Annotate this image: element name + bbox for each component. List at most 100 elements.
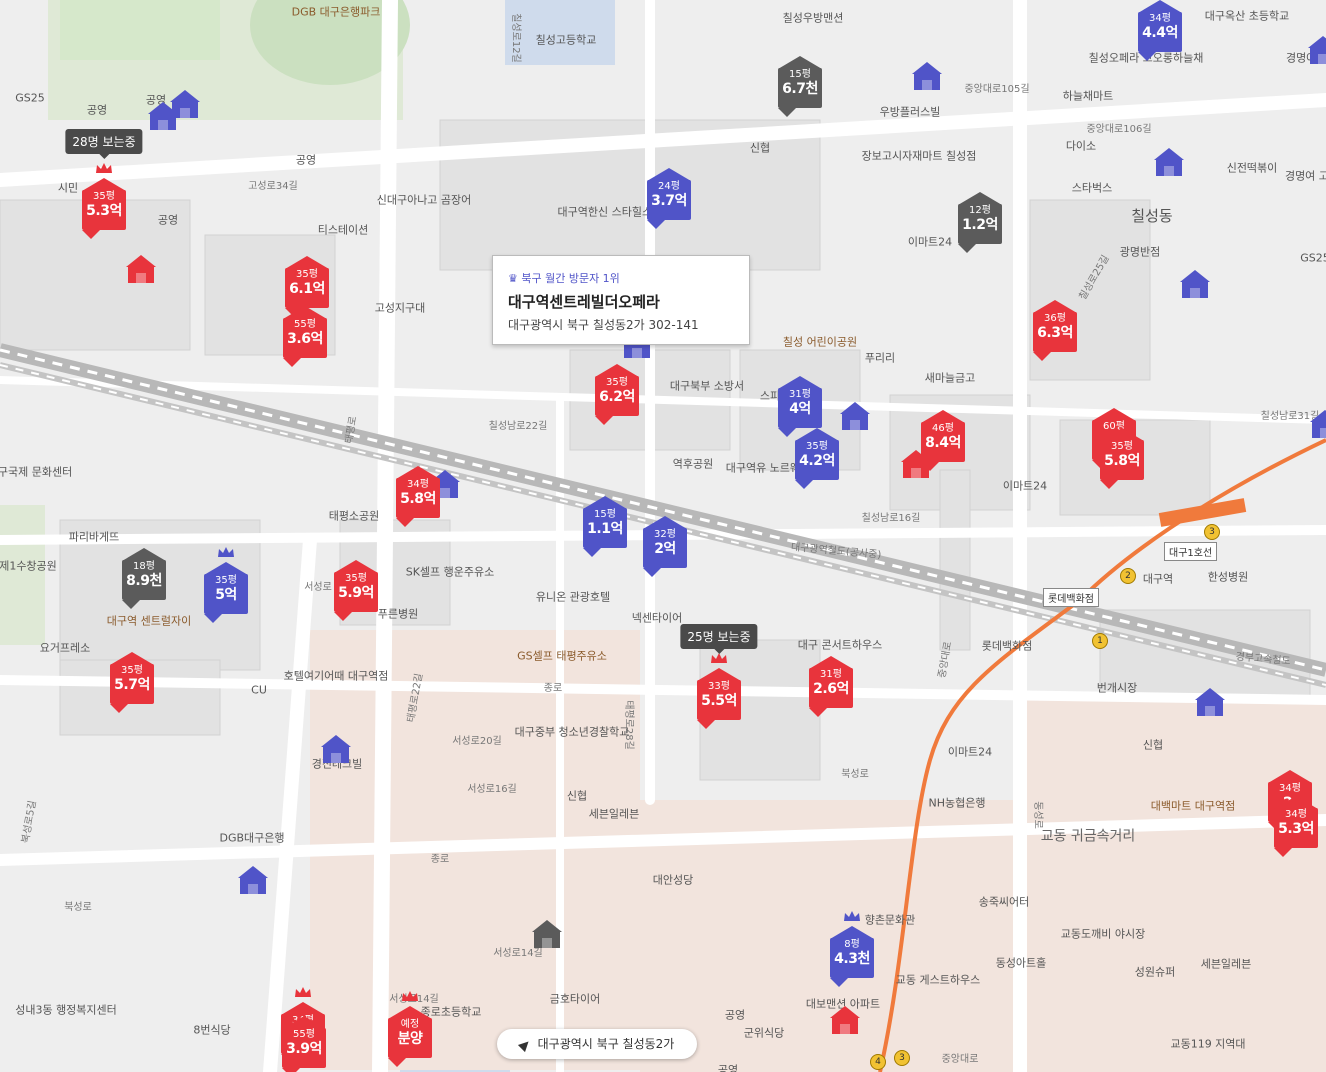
price-marker[interactable]: 34평 5.3억 xyxy=(1274,796,1318,857)
place-label[interactable]: 우방플러스빌 xyxy=(880,105,941,118)
place-label[interactable]: 세븐일레븐 xyxy=(589,807,640,820)
place-label[interactable]: 광명반점 xyxy=(1120,245,1160,258)
place-label[interactable]: GS25 xyxy=(1300,251,1326,264)
house-icon[interactable] xyxy=(532,920,562,950)
place-label[interactable]: 신협 xyxy=(567,789,587,802)
price-marker[interactable]: 18평 8.9천 xyxy=(122,548,166,609)
place-label[interactable]: 호텔여기어때 대구역점 xyxy=(284,669,389,682)
place-label[interactable]: 푸리리 xyxy=(865,351,895,364)
price-marker[interactable]: 24평 3.7억 xyxy=(647,168,691,229)
house-icon[interactable] xyxy=(1310,410,1326,440)
house-icon[interactable] xyxy=(321,735,351,765)
price-marker[interactable]: 35평 5.3억 xyxy=(82,163,126,239)
place-label[interactable]: 공영 xyxy=(158,213,178,226)
complex-name[interactable]: 대구역센트레빌더오페라 xyxy=(508,291,749,312)
house-icon[interactable] xyxy=(1154,148,1184,178)
price-marker[interactable]: 15평 6.7천 xyxy=(778,56,822,117)
price-marker[interactable]: 55평 3.6억 xyxy=(283,306,327,367)
place-label[interactable]: 대안성당 xyxy=(653,873,693,886)
price-marker[interactable]: 34평 4.4억 xyxy=(1138,0,1182,61)
price-marker[interactable]: 예정 분양 xyxy=(388,991,432,1067)
place-label[interactable]: 제1수창공원 xyxy=(0,559,57,572)
price-marker[interactable]: 32평 2억 xyxy=(643,516,687,577)
place-label[interactable]: 롯데백화점 xyxy=(982,639,1033,652)
place-label[interactable]: 칠성고등학교 xyxy=(536,33,597,46)
place-label[interactable]: 교동 귀금속거리 xyxy=(1041,829,1136,846)
place-label[interactable]: NH농협은행 xyxy=(929,796,986,809)
place-label[interactable]: 시민 xyxy=(58,181,78,194)
place-label[interactable]: 티스테이션 xyxy=(318,223,369,236)
place-label[interactable]: 대구국제 문화센터 xyxy=(0,465,72,478)
place-label[interactable]: 대구북부 소방서 xyxy=(670,379,744,392)
place-label[interactable]: 이마트24 xyxy=(948,745,992,758)
place-label[interactable]: 한성병원 xyxy=(1208,570,1248,583)
place-label[interactable]: 유니온 관광호텔 xyxy=(536,590,610,603)
place-label[interactable]: 8번식당 xyxy=(193,1023,230,1036)
place-label[interactable]: 파리바게뜨 xyxy=(69,530,120,543)
price-marker[interactable]: 35평 5.8억 xyxy=(1100,428,1144,489)
house-icon[interactable] xyxy=(1195,688,1225,718)
place-label[interactable]: 군위식당 xyxy=(744,1026,784,1039)
place-label[interactable]: 신협 xyxy=(750,141,770,154)
price-marker[interactable]: 33평 5.5억 xyxy=(697,653,741,729)
place-label[interactable]: 교동도깨비 야시장 xyxy=(1061,927,1145,940)
place-label[interactable]: 칠성 어린이공원 xyxy=(783,335,857,348)
price-marker[interactable]: 35평 5.9억 xyxy=(334,560,378,621)
place-label[interactable]: 칠성동 xyxy=(1131,207,1172,225)
place-label[interactable]: CU xyxy=(251,683,267,696)
map-canvas[interactable]: DGB 대구은행파크칠성고등학교칠성우방맨션대구옥산 초등학교경명여 중학GS2… xyxy=(0,0,1326,1072)
place-label[interactable]: 경명여 고등 xyxy=(1285,169,1326,182)
price-marker[interactable]: 55평 3.9억 xyxy=(282,1016,326,1072)
current-location-bar[interactable]: 대구광역시 북구 칠성동2가 xyxy=(497,1029,697,1059)
place-label[interactable]: 장보고시자재마트 칠성점 xyxy=(862,149,977,162)
place-label[interactable]: 대구중부 청소년경찰학교 xyxy=(515,725,630,738)
price-marker[interactable]: 31평 4억 xyxy=(778,376,822,437)
place-label[interactable]: 요거프레소 xyxy=(40,641,91,654)
price-marker[interactable]: 34평 5.8억 xyxy=(396,466,440,527)
price-marker[interactable]: 31평 2.6억 xyxy=(809,656,853,717)
place-label[interactable]: GS셀프 태평주유소 xyxy=(517,649,607,662)
place-label[interactable]: 공영 xyxy=(718,1063,738,1072)
price-marker[interactable]: 12평 1.2억 xyxy=(958,192,1002,253)
place-label[interactable]: SK셀프 행운주유소 xyxy=(406,565,495,578)
place-label[interactable]: GS25 xyxy=(15,91,45,104)
house-icon[interactable] xyxy=(1308,36,1326,66)
department-store-label[interactable]: 롯데백화점 xyxy=(1043,588,1099,607)
place-label[interactable]: 성내3동 행정복지센터 xyxy=(15,1003,117,1016)
price-marker[interactable]: 15평 1.1억 xyxy=(583,496,627,557)
place-label[interactable]: 번개시장 xyxy=(1097,681,1137,694)
place-label[interactable]: 동성아트홀 xyxy=(996,956,1047,969)
place-label[interactable]: 이마트24 xyxy=(1003,479,1047,492)
place-label[interactable]: 신전떡볶이 xyxy=(1227,161,1278,174)
place-label[interactable]: 대백마트 대구역점 xyxy=(1151,799,1235,812)
place-label[interactable]: 공영 xyxy=(87,103,107,116)
house-icon[interactable] xyxy=(840,402,870,432)
price-marker[interactable]: 35평 5.7억 xyxy=(110,652,154,713)
place-label[interactable]: 새마늘금고 xyxy=(925,371,976,384)
place-label[interactable]: 이마트24 xyxy=(908,235,952,248)
price-marker[interactable]: 35평 6.2억 xyxy=(595,364,639,425)
place-label[interactable]: 교동119 지역대 xyxy=(1170,1037,1245,1050)
place-label[interactable]: DGB대구은행 xyxy=(219,831,284,844)
place-label[interactable]: 대구역 xyxy=(1143,572,1173,585)
house-icon[interactable] xyxy=(170,90,200,120)
place-label[interactable]: 스타벅스 xyxy=(1072,181,1112,194)
subway-station-label[interactable]: 대구1호선 xyxy=(1164,542,1218,561)
place-label[interactable]: 푸른병원 xyxy=(378,607,418,620)
place-label[interactable]: 다이소 xyxy=(1066,139,1096,152)
place-label[interactable]: 성원슈퍼 xyxy=(1135,965,1175,978)
place-label[interactable]: 역후공원 xyxy=(673,457,713,470)
price-marker[interactable]: 8평 4.3천 xyxy=(830,911,874,987)
price-marker[interactable]: 46평 8.4억 xyxy=(921,410,965,471)
place-label[interactable]: 공영 xyxy=(296,153,316,166)
complex-info-popup[interactable]: ♛ 북구 월간 방문자 1위 대구역센트레빌더오페라 대구광역시 북구 칠성동2… xyxy=(492,255,750,345)
place-label[interactable]: 태평소공원 xyxy=(329,509,380,522)
place-label[interactable]: 송죽씨어터 xyxy=(979,895,1030,908)
place-label[interactable]: 칠성우방맨션 xyxy=(783,11,844,24)
house-icon[interactable] xyxy=(238,866,268,896)
place-label[interactable]: 금호타이어 xyxy=(550,992,601,1005)
place-label[interactable]: 대구역 센트럴자이 xyxy=(107,614,191,627)
place-label[interactable]: 향촌문화관 xyxy=(865,913,916,926)
price-marker[interactable]: 36평 6.3억 xyxy=(1033,300,1077,361)
place-label[interactable]: 대구옥산 초등학교 xyxy=(1205,9,1289,22)
